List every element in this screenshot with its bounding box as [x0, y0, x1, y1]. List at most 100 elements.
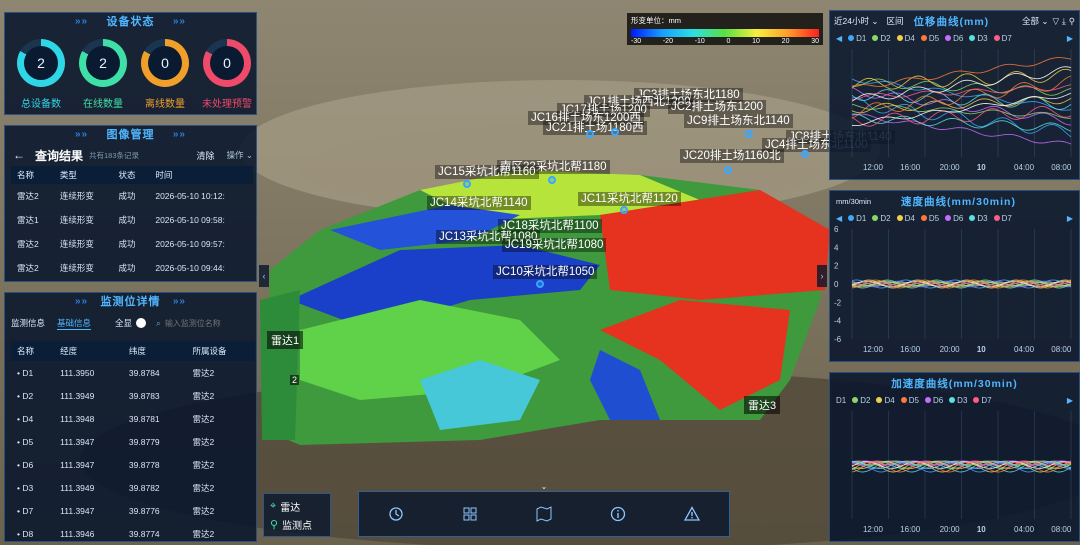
displacement-plot[interactable]: 12:00 16:00 20:00 10 04:00 08:00: [830, 45, 1079, 175]
table-row[interactable]: 雷达2 连续形变 成功 2026-05-10 09:44:: [11, 256, 253, 280]
tab-monitor-info[interactable]: 监测信息: [11, 317, 45, 329]
legend-item[interactable]: D5: [920, 214, 939, 223]
legend-item[interactable]: D3: [969, 34, 988, 43]
legend-item[interactable]: D1: [848, 214, 866, 223]
collapse-right-handle[interactable]: ›: [817, 265, 827, 287]
monitor-pin[interactable]: [745, 130, 753, 138]
legend-item[interactable]: D4: [876, 396, 895, 405]
cell: 雷达2: [192, 505, 215, 516]
arrow-left-icon[interactable]: ←: [13, 148, 25, 162]
legend-item[interactable]: D1: [848, 34, 866, 43]
table-row[interactable]: 雷达2 连续形变 成功 2026-05-10 10:12:: [11, 184, 253, 208]
monitor-pin[interactable]: [548, 176, 556, 184]
monitor-pin[interactable]: [620, 206, 628, 214]
table-row[interactable]: • D1 111.3950 39.8784 雷达2: [11, 361, 255, 384]
velocity-title: 速度曲线(mm/30min): [901, 195, 1016, 208]
map-label-jc11[interactable]: JC11采坑北帮1120: [578, 192, 681, 206]
legend-item[interactable]: D6: [945, 214, 963, 223]
legend-item[interactable]: D3: [969, 214, 988, 223]
legend-item[interactable]: D7: [993, 214, 1012, 223]
legend-item[interactable]: D5: [900, 396, 919, 405]
monitor-pin[interactable]: [536, 280, 544, 288]
table-row[interactable]: • D4 111.3948 39.8781 雷达2: [11, 407, 255, 430]
chevron-left-icon[interactable]: ◀: [836, 214, 842, 223]
monitor-pin[interactable]: [586, 130, 594, 138]
monitor-pin[interactable]: [801, 150, 809, 158]
map-label-jc2[interactable]: JC2排土场东1200: [668, 100, 767, 114]
table-row[interactable]: • D8 111.3946 39.8774 雷达2: [11, 522, 255, 545]
gauge-total[interactable]: 2 总设备数: [15, 39, 67, 114]
query-header: ← 查询结果 共有183条记录 清除 操作 ⌄: [13, 146, 253, 164]
radar-icon: ⌖: [270, 499, 277, 512]
legend-item[interactable]: D7: [973, 396, 992, 405]
show-all-toggle[interactable]: [136, 318, 147, 328]
legend-radar[interactable]: ⌖ 雷达: [270, 497, 324, 515]
monitor-pin[interactable]: [463, 180, 471, 188]
legend-item[interactable]: D6: [945, 34, 963, 43]
search-input[interactable]: [164, 316, 233, 330]
legend-monitor-point[interactable]: ⚲ 监测点: [270, 515, 324, 533]
image-management-panel: 图像管理 ← 查询结果 共有183条记录 清除 操作 ⌄ 名称 类型 状态 时间…: [4, 125, 257, 282]
map-label-jc10[interactable]: JC10采坑北帮1050: [493, 265, 598, 279]
legend-item[interactable]: D4: [896, 34, 915, 43]
chevron-right-icon[interactable]: ▶: [1067, 34, 1073, 43]
table-row[interactable]: • D5 111.3947 39.8779 雷达2: [11, 430, 255, 453]
gauge-alerts[interactable]: 0 未处理预警: [201, 39, 253, 114]
warning-icon[interactable]: [678, 500, 706, 528]
legend-item[interactable]: D2: [872, 34, 891, 43]
gauge-online[interactable]: 2 在线数量: [77, 39, 129, 114]
map-label-jc21[interactable]: JC21排土场1180西: [543, 121, 647, 135]
radar1-label[interactable]: 雷达1: [267, 331, 304, 349]
gauge-offline[interactable]: 0 离线数量: [139, 39, 191, 114]
legend-item[interactable]: D6: [924, 396, 943, 405]
map-label-jc14[interactable]: JC14采坑北帮1140: [427, 196, 531, 210]
legend-item[interactable]: D7: [993, 34, 1012, 43]
cell: 连续形变: [59, 239, 94, 249]
map-label-jc19[interactable]: JC19采坑北帮1080: [502, 238, 607, 252]
cell: 39.8774: [128, 528, 160, 539]
legend-item[interactable]: D4: [896, 213, 915, 223]
map-label-jc15[interactable]: JC15采坑北帮1160: [435, 165, 539, 179]
chevron-right-icon[interactable]: ▶: [1067, 214, 1073, 223]
table-row[interactable]: • D6 111.3947 39.8778 雷达2: [11, 453, 255, 476]
chevron-left-icon[interactable]: ◀: [836, 34, 842, 43]
y-tick-label: 2: [834, 262, 839, 271]
legend-item[interactable]: D5: [920, 34, 939, 43]
tab-basic-info[interactable]: 基础信息: [57, 317, 92, 330]
map-icon[interactable]: [530, 500, 558, 528]
table-row[interactable]: • D3 111.3949 39.8782 雷达2: [11, 476, 255, 499]
cell: 雷达2: [192, 390, 215, 401]
acceleration-title: 加速度曲线(mm/30min): [891, 377, 1018, 390]
legend-item[interactable]: D3: [949, 396, 967, 405]
table-row[interactable]: 雷达2 连续形变 成功 2026-05-10 09:57:: [11, 232, 253, 256]
clear-button[interactable]: 清除: [196, 149, 214, 162]
layers-icon[interactable]: [456, 500, 484, 528]
monitor-pin[interactable]: [611, 128, 619, 136]
table-row[interactable]: 雷达1 连续形变 成功 2026-05-10 09:58:: [11, 208, 253, 232]
map-label-jc20[interactable]: JC20排土场1160北: [680, 149, 784, 163]
map-label-jc9[interactable]: JC9排土场东北1140: [684, 114, 793, 128]
legend-label: D4: [904, 213, 915, 223]
legend-item[interactable]: D2: [872, 214, 891, 223]
scope-select[interactable]: 全部 ⌄: [1022, 15, 1049, 27]
radar2-marker[interactable]: 2: [290, 375, 300, 385]
acceleration-plot[interactable]: 12:00 16:00 20:00 10 04:00 08:00: [830, 407, 1079, 537]
chevron-right-icon[interactable]: ▶: [1067, 396, 1073, 405]
radar3-label[interactable]: 雷达3: [744, 396, 781, 414]
velocity-plot[interactable]: 6 4 2 0 -2 -4 -6 12:00 16:00 20:00 10 04:00 08:00: [830, 225, 1079, 357]
operation-dropdown[interactable]: 操作 ⌄: [226, 149, 253, 161]
download-icon[interactable]: ⤓: [1062, 16, 1066, 27]
table-row[interactable]: • D7 111.3947 39.8776 雷达2: [11, 499, 255, 522]
monitor-pin[interactable]: [724, 166, 732, 174]
time-range-select[interactable]: 近24小时 ⌄: [834, 15, 878, 27]
info-icon[interactable]: [604, 500, 632, 528]
history-icon[interactable]: [382, 500, 410, 528]
legend-item[interactable]: D2: [852, 396, 870, 405]
filter-icon[interactable]: ▽: [1052, 16, 1059, 27]
legend-item[interactable]: D1: [836, 396, 846, 405]
table-row[interactable]: • D2 111.3949 39.8783 雷达2: [11, 384, 255, 407]
interval-button[interactable]: 区间: [886, 15, 903, 27]
pin-icon[interactable]: ⚲: [1069, 16, 1075, 27]
collapse-left-handle[interactable]: ‹: [259, 265, 269, 287]
collapse-bottom-handle[interactable]: ⌄: [534, 482, 554, 491]
